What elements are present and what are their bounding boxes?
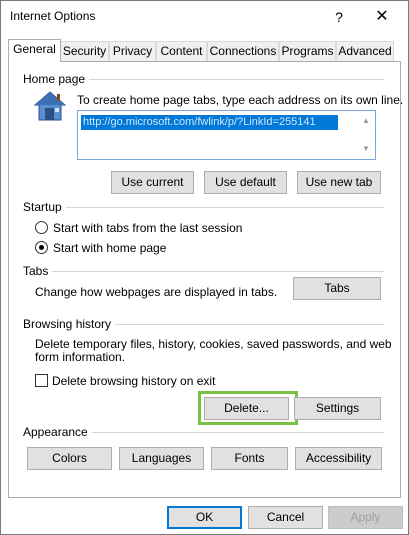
title-bar: Internet Options ? ✕ [1,1,408,32]
tab-connections[interactable]: Connections [207,41,279,61]
use-new-tab-button[interactable]: Use new tab [297,171,381,194]
fonts-button[interactable]: Fonts [211,447,288,470]
use-default-button[interactable]: Use default [204,171,287,194]
startup-last-session-radio[interactable] [35,221,48,234]
tabs-heading: Tabs [23,264,53,278]
tabs-divider [25,271,384,272]
startup-divider [25,207,384,208]
close-button[interactable]: ✕ [367,5,397,29]
ok-button[interactable]: OK [167,506,242,529]
tab-content[interactable]: Content [156,41,207,61]
tab-general[interactable]: General [8,39,61,62]
accessibility-button[interactable]: Accessibility [295,447,382,470]
tabs-description: Change how webpages are displayed in tab… [35,285,278,299]
scroll-up-icon[interactable]: ▲ [360,115,372,127]
home-page-heading: Home page [23,72,90,86]
colors-button[interactable]: Colors [27,447,112,470]
startup-home-page-radio[interactable] [35,241,48,254]
startup-home-page-label[interactable]: Start with home page [53,241,166,255]
use-current-button[interactable]: Use current [111,171,194,194]
startup-heading: Startup [23,200,66,214]
browsing-history-heading: Browsing history [23,317,116,331]
browsing-history-settings-button[interactable]: Settings [294,397,381,420]
delete-on-exit-label[interactable]: Delete browsing history on exit [52,374,215,388]
browsing-history-description-line1: Delete temporary files, history, cookies… [35,337,392,351]
tab-advanced[interactable]: Advanced [336,41,394,61]
browsing-history-description-line2: form information. [35,350,126,364]
appearance-heading: Appearance [23,425,92,439]
scroll-down-icon[interactable]: ▼ [360,143,372,155]
tab-security[interactable]: Security [60,41,109,61]
languages-button[interactable]: Languages [119,447,204,470]
startup-last-session-label[interactable]: Start with tabs from the last session [53,221,242,235]
cancel-button[interactable]: Cancel [248,506,323,529]
home-page-instruction: To create home page tabs, type each addr… [77,93,404,107]
tab-privacy[interactable]: Privacy [109,41,156,61]
window-title: Internet Options [10,9,96,23]
tab-programs[interactable]: Programs [279,41,336,61]
house-icon [33,90,67,122]
delete-button[interactable]: Delete... [204,397,289,420]
delete-on-exit-checkbox[interactable] [35,374,48,387]
home-page-url-selection: http://go.microsoft.com/fwlink/p/?LinkId… [81,115,338,130]
tabs-button[interactable]: Tabs [293,277,381,300]
apply-button: Apply [328,506,403,529]
help-button[interactable]: ? [327,5,351,29]
home-page-url-input[interactable]: http://go.microsoft.com/fwlink/p/?LinkId… [77,110,376,160]
internet-options-window: Internet Options ? ✕ General Security Pr… [0,0,409,535]
